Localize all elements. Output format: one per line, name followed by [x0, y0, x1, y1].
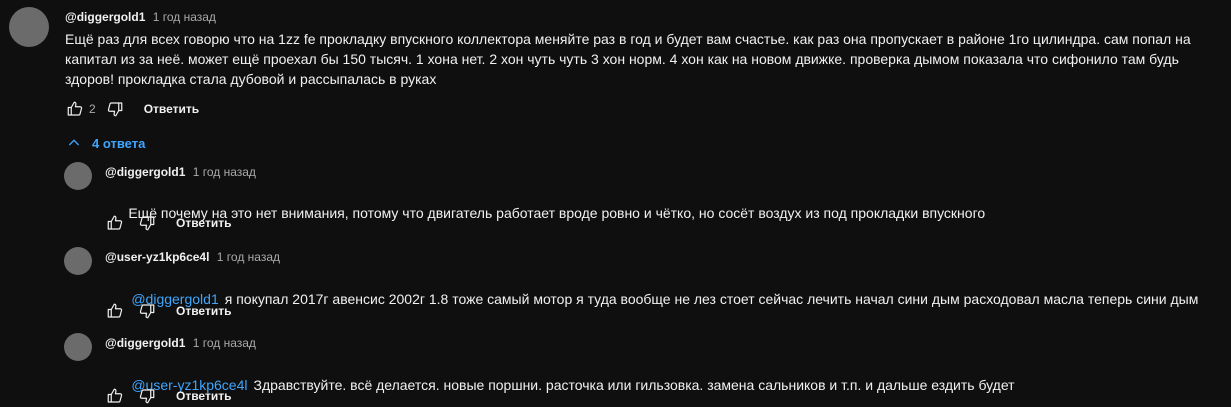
reply-button[interactable]: Ответить [176, 216, 231, 230]
avatar[interactable] [64, 247, 92, 275]
comment-text-content: Ещё почему на это нет внимания, потому ч… [128, 205, 986, 221]
like-count: 2 [89, 102, 96, 116]
chevron-up-icon [68, 139, 80, 146]
comment-header: @diggergold1 1 год назад [65, 9, 216, 25]
avatar[interactable] [64, 333, 92, 361]
comment-author[interactable]: @diggergold1 [105, 336, 185, 350]
comment-timestamp[interactable]: 1 год назад [153, 10, 216, 24]
comment-header: @user-yz1kp6ce4l 1 год назад [105, 249, 280, 265]
dislike-icon[interactable] [104, 98, 126, 120]
reply-comment: @diggergold1 1 год назад Ещё почему на э… [0, 162, 1231, 232]
comment-timestamp[interactable]: 1 год назад [193, 165, 256, 179]
comment-timestamp[interactable]: 1 год назад [217, 250, 280, 264]
reply-button[interactable]: Ответить [176, 389, 231, 403]
comments-section: @diggergold1 1 год назад Ещё раз для все… [0, 0, 1231, 407]
comment-text: Ещё раз для всех говорю что на 1zz fe пр… [65, 31, 1195, 87]
comment-actions: 2 Ответить [64, 97, 199, 121]
like-icon[interactable] [104, 300, 126, 322]
comment-actions: Ответить [104, 211, 231, 235]
comment-author[interactable]: @user-yz1kp6ce4l [105, 250, 209, 264]
comment-actions: Ответить [104, 384, 231, 407]
reply-button[interactable]: Ответить [176, 304, 231, 318]
comment-header: @diggergold1 1 год назад [105, 164, 256, 180]
comment-text: Ещё почему на это нет внимания, потому ч… [105, 183, 1225, 243]
replies-toggle-button[interactable]: 4 ответа [66, 134, 145, 152]
reply-button[interactable]: Ответить [144, 102, 199, 116]
dislike-icon[interactable] [136, 300, 158, 322]
dislike-icon[interactable] [136, 212, 158, 234]
like-icon[interactable] [104, 385, 126, 407]
like-icon[interactable] [64, 98, 86, 120]
avatar[interactable] [9, 7, 49, 47]
like-icon[interactable] [104, 212, 126, 234]
avatar[interactable] [64, 162, 92, 190]
reply-comment: @user-yz1kp6ce4l 1 год назад @diggergold… [0, 247, 1231, 322]
comment-text: @user-yz1kp6ce4l Здравствуйте. всё делает… [108, 355, 1228, 407]
comment-text: @diggergold1 я покупал 2017г авенсис 2002… [108, 269, 1228, 329]
comment-author[interactable]: @diggergold1 [105, 165, 185, 179]
comment-text-content: я покупал 2017г авенсис 2002г 1.8 тоже с… [224, 291, 1199, 307]
comment-thread: @diggergold1 1 год назад Ещё раз для все… [0, 0, 1231, 125]
replies-count-label: 4 ответа [92, 135, 146, 151]
reply-comment: @diggergold1 1 год назад @user-yz1kp6ce4… [0, 333, 1231, 407]
comment-text-content: Здравствуйте. всё делается. новые поршни… [253, 377, 1015, 393]
dislike-icon[interactable] [136, 385, 158, 407]
comment-actions: Ответить [104, 299, 231, 323]
comment-author[interactable]: @diggergold1 [65, 10, 145, 24]
comment-header: @diggergold1 1 год назад [105, 335, 256, 351]
comment-timestamp[interactable]: 1 год назад [193, 336, 256, 350]
